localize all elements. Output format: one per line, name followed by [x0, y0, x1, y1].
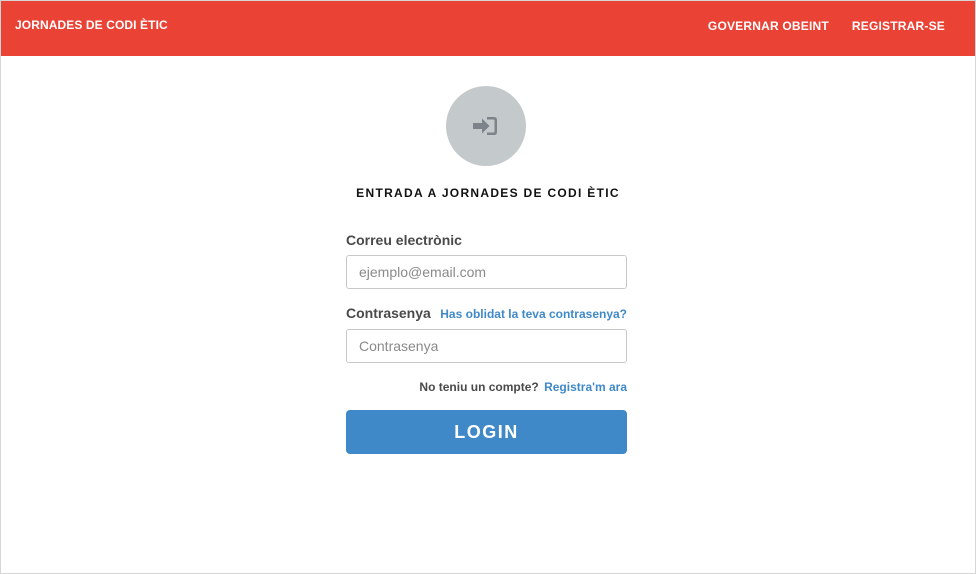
signup-row: No teniu un compte? Registra'm ara	[346, 380, 627, 394]
login-avatar	[446, 86, 526, 166]
nav-link-governar-obeint[interactable]: GOVERNAR OBEINT	[708, 19, 829, 33]
page-frame: JORNADES DE CODI ÈTIC GOVERNAR OBEINT RE…	[0, 0, 976, 574]
nav-link-registrar-se[interactable]: REGISTRAR-SE	[852, 19, 945, 33]
password-label: Contrasenya	[346, 305, 431, 321]
sign-in-icon	[473, 117, 497, 135]
top-navbar: JORNADES DE CODI ÈTIC GOVERNAR OBEINT RE…	[1, 1, 975, 56]
forgot-password-link[interactable]: Has oblidat la teva contrasenya?	[440, 307, 627, 321]
signup-link[interactable]: Registra'm ara	[544, 380, 627, 394]
brand-link[interactable]: JORNADES DE CODI ÈTIC	[15, 18, 168, 32]
password-field[interactable]	[346, 329, 627, 363]
email-field[interactable]	[346, 255, 627, 289]
password-label-row: Contrasenya Has oblidat la teva contrase…	[346, 305, 627, 321]
login-title: ENTRADA A JORNADES DE CODI ÈTIC	[356, 186, 620, 200]
email-label: Correu electrònic	[346, 232, 462, 248]
nav-links: GOVERNAR OBEINT REGISTRAR-SE	[708, 19, 945, 33]
login-button[interactable]: LOGIN	[346, 410, 627, 454]
signup-prompt: No teniu un compte?	[419, 380, 539, 394]
